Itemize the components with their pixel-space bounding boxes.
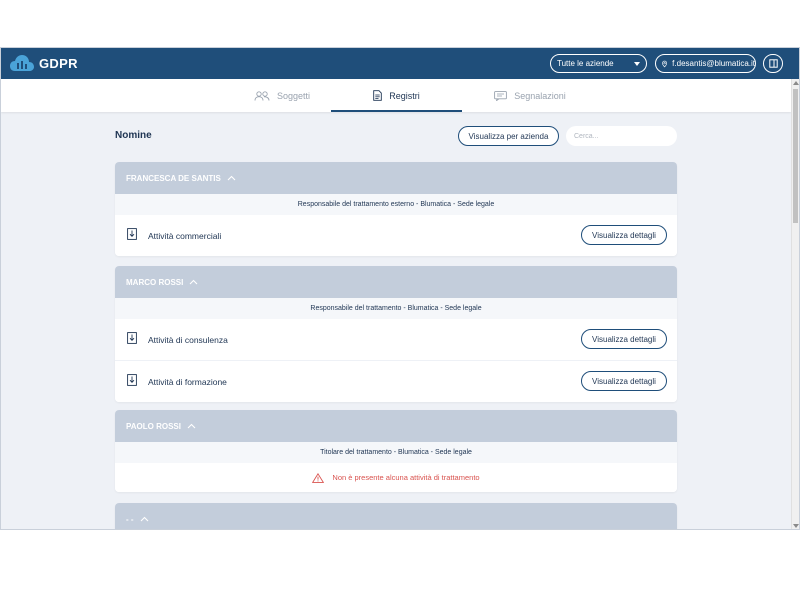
activity-row: Attività commerciali Visualizza dettagli [115,215,677,256]
person-name: - - [126,514,134,524]
app-window: GDPR Tutte le aziende f.desantis@blumati… [0,47,800,530]
activity-row: Attività di consulenza Visualizza dettag… [115,319,677,361]
warning-icon [312,472,325,483]
cloud-logo-icon [10,55,34,71]
person-name: FRANCESCA DE SANTIS [126,173,221,183]
scroll-up-arrow-icon[interactable] [793,81,799,85]
users-icon [254,90,270,101]
company-select[interactable]: Tutte le aziende [550,54,647,73]
activity-name: Attività di consulenza [148,335,228,345]
scroll-down-arrow-icon[interactable] [793,524,799,528]
empty-activities-message: Non è presente alcuna attività di tratta… [115,463,677,492]
user-account-button[interactable]: f.desantis@blumatica.it [655,54,756,73]
person-name: PAOLO ROSSI [126,421,181,431]
card-header[interactable]: MARCO ROSSI [115,266,677,298]
scrollbar-thumb[interactable] [793,89,798,223]
tab-segnalazioni[interactable]: Segnalazioni [479,79,581,112]
search-input[interactable] [566,126,677,146]
tab-label: Segnalazioni [514,90,566,101]
view-details-button[interactable]: Visualizza dettagli [581,225,667,245]
card-header[interactable]: PAOLO ROSSI [115,410,677,442]
person-role: Responsabile del trattamento esterno - B… [115,194,677,215]
empty-message-text: Non è presente alcuna attività di tratta… [332,473,480,482]
activity-row: Attività di formazione Visualizza dettag… [115,361,677,402]
document-icon [373,90,382,101]
tab-registri[interactable]: Registri [331,79,462,112]
message-icon [494,90,508,101]
tab-label: Soggetti [276,90,311,101]
tab-soggetti[interactable]: Soggetti [233,79,331,112]
vertical-scrollbar[interactable] [791,79,799,529]
chevron-up-icon [140,516,148,522]
download-document-icon[interactable] [127,228,137,240]
person-card: - - [115,503,677,529]
activity-name: Attività di formazione [148,377,227,387]
download-document-icon[interactable] [127,332,137,344]
person-role: Responsabile del trattamento - Blumatica… [115,298,677,319]
view-by-company-button[interactable]: Visualizza per azienda [458,126,559,146]
person-card: MARCO ROSSI Responsabile del trattamento… [115,266,677,402]
chevron-up-icon [189,279,198,285]
title-row: Nomine Visualizza per azienda [115,126,677,146]
person-name: MARCO ROSSI [126,277,184,287]
top-bar: GDPR Tutte le aziende f.desantis@blumati… [1,48,799,79]
tab-bar: Soggetti Registri Segnalazioni [1,79,791,112]
logout-button[interactable] [763,54,783,73]
logo-text: GDPR [39,55,78,71]
main-content: Nomine Visualizza per azienda FRANCESCA … [1,112,791,529]
company-select-value: Tutte le aziende [557,59,614,68]
user-email: f.desantis@blumatica.it [672,59,755,68]
view-details-button[interactable]: Visualizza dettagli [581,371,667,391]
card-header[interactable]: FRANCESCA DE SANTIS [115,162,677,194]
person-card: FRANCESCA DE SANTIS Responsabile del tra… [115,162,677,256]
chevron-down-icon [634,62,640,66]
location-pin-icon [662,60,668,67]
chevron-up-icon [227,175,236,181]
logout-icon [768,59,778,68]
tab-label: Registri [389,90,420,101]
download-document-icon[interactable] [127,374,137,386]
person-role: Titolare del trattamento - Blumatica - S… [115,442,677,463]
card-header[interactable]: - - [115,503,677,529]
view-details-button[interactable]: Visualizza dettagli [581,329,667,349]
activity-name: Attività commerciali [148,231,222,241]
page-title: Nomine [115,130,152,141]
logo[interactable]: GDPR [9,54,78,72]
person-card: PAOLO ROSSI Titolare del trattamento - B… [115,410,677,492]
chevron-up-icon [187,423,196,429]
